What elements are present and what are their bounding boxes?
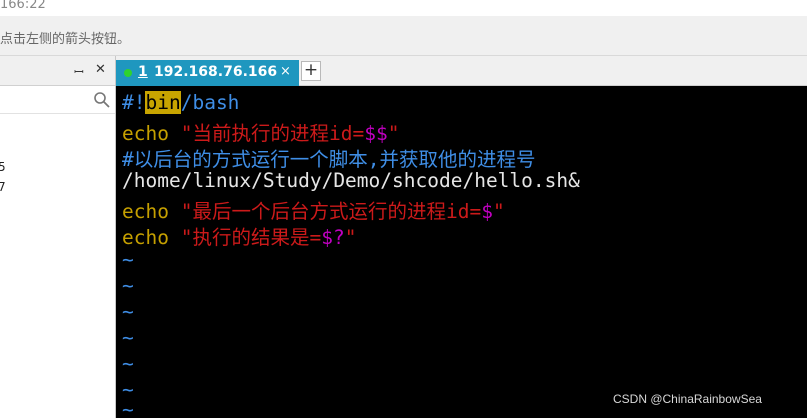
session-list-item[interactable]: 7 [0, 180, 6, 194]
quote-close: " [344, 226, 357, 249]
quote-open: " [168, 122, 193, 145]
quote-open: " [168, 200, 193, 223]
clock-text: 166:22 [0, 0, 46, 12]
new-tab-button[interactable]: + [301, 61, 321, 81]
empty-line-tilde: ~ [122, 248, 134, 271]
string-text: 当前执行的进程 [192, 122, 329, 145]
hint-bar: 点击左侧的箭头按钮。 [0, 16, 807, 56]
session-panel: ꟷ ✕ 5 7 [0, 56, 116, 418]
editor-line-4-command: /home/linux/Study/Demo/shcode/hello.sh& [122, 169, 580, 192]
keyword-echo: echo [122, 122, 169, 145]
empty-line-tilde: ~ [122, 352, 134, 375]
highlighted-word: bin [145, 91, 181, 114]
string-text: 执行的结果是= [192, 226, 322, 249]
string-text: id= [445, 200, 482, 223]
quote-close: " [387, 122, 400, 145]
empty-line-tilde: ~ [122, 398, 134, 418]
editor-line-3-comment: #以后台的方式运行一个脚本,并获取他的进程号 [122, 148, 536, 171]
session-search-input[interactable] [0, 86, 115, 114]
tab-close-icon[interactable]: × [280, 64, 291, 79]
tab-number: 1 [138, 64, 148, 80]
editor-line-2: echo "当前执行的进程id=$$" [122, 117, 399, 146]
terminal-editor[interactable]: #!bin/bash echo "当前执行的进程id=$$" #以后台的方式运行… [116, 86, 807, 418]
search-icon[interactable] [93, 91, 111, 109]
tab-host-label: 192.168.76.166 [154, 64, 278, 80]
keyword-echo: echo [122, 226, 169, 249]
tab-session-1[interactable]: 1 192.168.76.166 × [116, 60, 299, 86]
quote-close: " [492, 200, 505, 223]
empty-line-tilde: ~ [122, 326, 134, 349]
watermark-text: CSDN @ChinaRainbowSea [613, 392, 762, 406]
pin-icon[interactable]: ꟷ [74, 63, 84, 80]
shell-variable: $$ [364, 122, 388, 145]
empty-line-tilde: ~ [122, 300, 134, 323]
quote-open: " [168, 226, 193, 249]
tab-bar: 1 192.168.76.166 × + [116, 56, 807, 86]
editor-line-5: echo "最后一个后台方式运行的进程id=$" [122, 195, 505, 224]
session-panel-header: ꟷ ✕ [0, 56, 115, 86]
shebang-suffix: /bash [180, 91, 240, 114]
keyword-echo: echo [122, 200, 169, 223]
top-status-bar: 166:22 [0, 0, 807, 16]
shell-variable: $? [321, 226, 345, 249]
shebang-prefix: #! [122, 91, 146, 114]
empty-line-tilde: ~ [122, 274, 134, 297]
string-text: id= [328, 122, 365, 145]
editor-line-1: #!bin/bash [122, 91, 239, 114]
session-list-item[interactable]: 5 [0, 160, 6, 174]
string-text: 最后一个后台方式运行的进程 [192, 200, 446, 223]
editor-line-6: echo "执行的结果是=$?" [122, 221, 356, 250]
connected-status-icon [124, 69, 132, 77]
close-icon[interactable]: ✕ [95, 62, 106, 77]
shell-variable: $ [481, 200, 493, 223]
hint-text: 点击左侧的箭头按钮。 [0, 32, 131, 47]
